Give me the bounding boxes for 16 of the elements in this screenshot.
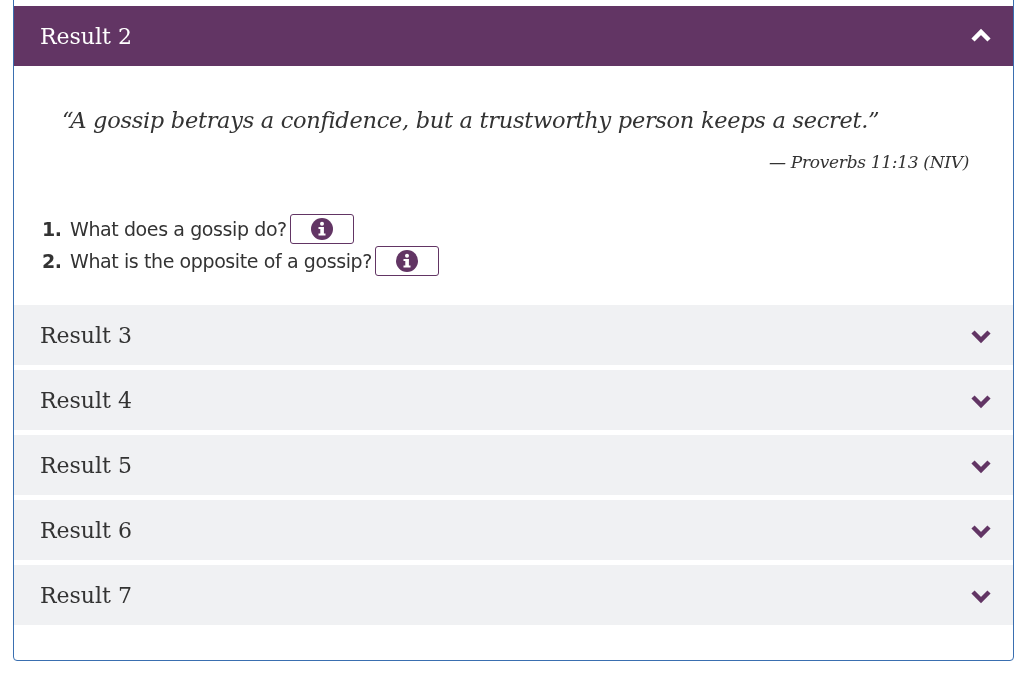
accordion-header[interactable]: Result 4 — [14, 370, 1013, 431]
accordion-header[interactable]: Result 3 — [14, 305, 1013, 366]
accordion-header[interactable]: Result 7 — [14, 565, 1013, 626]
question-text: What is the opposite of a gossip? — [70, 249, 372, 275]
info-icon — [310, 218, 333, 241]
question-number: 1. — [42, 217, 63, 243]
citation-text: — Proverbs 11:13 (NIV) — [769, 151, 969, 172]
accordion-header[interactable]: Result 6 — [14, 500, 1013, 561]
accordion-header[interactable]: Result 5 — [14, 435, 1013, 496]
info-icon — [395, 250, 418, 273]
accordion-header[interactable]: Result 2 — [14, 6, 1013, 66]
info-button[interactable] — [289, 214, 354, 245]
info-button[interactable] — [374, 246, 439, 277]
quote-text: “A gossip betrays a confidence, but a trustworthy person keeps a secret.” — [62, 106, 881, 135]
question-text: What does a gossip do? — [70, 217, 287, 243]
question-number: 2. — [42, 249, 63, 275]
